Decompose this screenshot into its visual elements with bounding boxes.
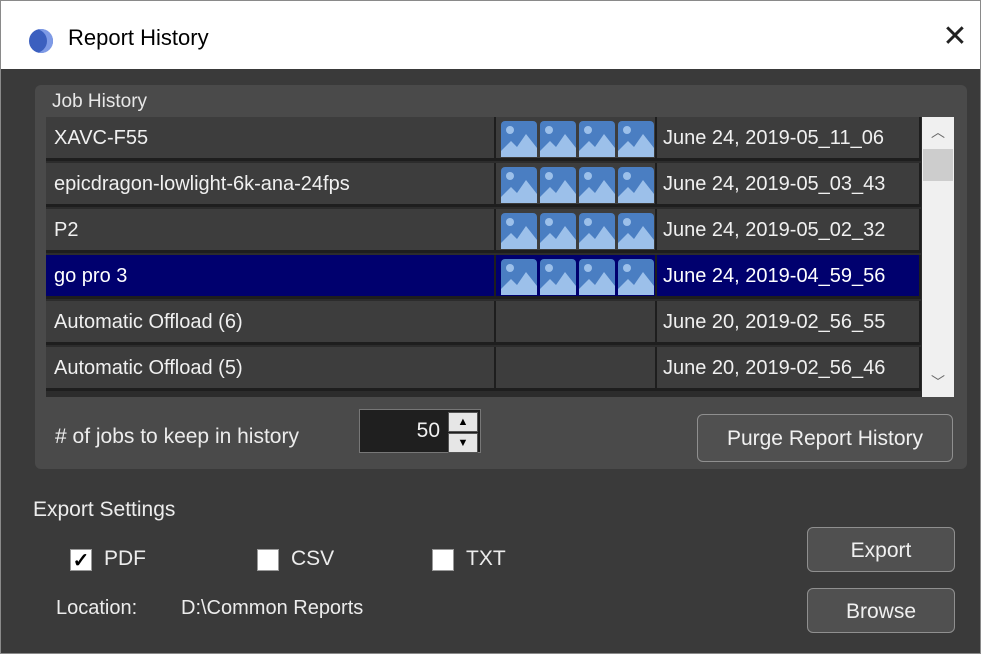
table-row-selected[interactable]: go pro 3 June 24, 2019-04_59_56 [46,255,921,299]
image-thumbnail-icon [579,259,615,295]
job-date-cell: June 24, 2019-05_02_32 [657,209,921,253]
scroll-up-button[interactable]: ︿ [922,117,954,147]
chevron-down-icon: ﹀ [931,374,945,390]
job-history-label: Job History [52,91,148,112]
table-row[interactable]: Automatic Offload (5) June 20, 2019-02_5… [46,347,921,391]
close-icon: ✕ [942,20,968,53]
thumbnail-cell [496,163,657,207]
job-name-cell: XAVC-F55 [46,117,496,161]
job-date-cell: June 24, 2019-05_03_43 [657,163,921,207]
image-thumbnail-icon [540,213,576,249]
pdf-label: PDF [104,547,146,570]
image-thumbnail-icon [579,121,615,157]
thumbnail-cell [496,301,657,345]
jobs-to-keep-value[interactable]: 50 [417,410,440,452]
chevron-up-icon: ︿ [931,124,945,140]
image-thumbnail-icon [579,213,615,249]
job-name-cell: epicdragon-lowlight-6k-ana-24fps [46,163,496,207]
image-thumbnail-icon [618,213,654,249]
image-thumbnail-icon [501,121,537,157]
jobs-to-keep-label: # of jobs to keep in history [55,425,299,448]
table-row[interactable]: XAVC-F55 June 24, 2019-05_11_06 [46,117,921,161]
image-thumbnail-icon [618,167,654,203]
checkbox-box[interactable] [257,549,279,571]
job-date-cell: June 20, 2019-02_56_55 [657,301,921,345]
caret-up-icon: ▲ [457,416,469,428]
table-row[interactable]: Automatic Offload (6) June 20, 2019-02_5… [46,301,921,345]
image-thumbnail-icon [618,121,654,157]
job-history-table[interactable]: XAVC-F55 June 24, 2019-05_11_06 epicdrag… [46,117,954,397]
thumbnail-cell [496,347,657,391]
job-name-cell: Automatic Offload (6) [46,301,496,345]
close-button[interactable]: ✕ [937,19,973,55]
image-thumbnail-icon [540,167,576,203]
title-bar: Report History ✕ [1,1,980,69]
stepper-up-button[interactable]: ▲ [448,412,478,432]
jobs-to-keep-stepper[interactable]: 50 ▲ ▼ [359,409,481,453]
purge-report-history-button[interactable]: Purge Report History [697,414,953,462]
vertical-scrollbar[interactable]: ︿ ﹀ [922,117,954,397]
table-row[interactable]: epicdragon-lowlight-6k-ana-24fps June 24… [46,163,921,207]
browse-button[interactable]: Browse [807,588,955,633]
window-title: Report History [68,25,209,50]
image-thumbnail-icon [501,167,537,203]
txt-label: TXT [466,547,506,570]
image-thumbnail-icon [540,259,576,295]
stepper-buttons: ▲ ▼ [448,412,478,453]
table-row[interactable]: P2 June 24, 2019-05_02_32 [46,209,921,253]
image-thumbnail-icon [618,259,654,295]
checkmark-icon: ✓ [72,550,90,572]
caret-down-icon: ▼ [457,437,469,449]
export-button[interactable]: Export [807,527,955,572]
image-thumbnail-icon [540,121,576,157]
image-thumbnail-icon [501,259,537,295]
scroll-thumb[interactable] [923,149,953,181]
location-label: Location: [56,597,138,619]
job-date-cell: June 20, 2019-02_56_46 [657,347,921,391]
app-circle-icon [29,29,53,53]
thumbnail-cell [496,117,657,161]
export-settings-label: Export Settings [33,498,176,521]
checkbox-box[interactable] [432,549,454,571]
job-name-cell: go pro 3 [46,255,496,299]
job-date-cell: June 24, 2019-05_11_06 [657,117,921,161]
scroll-down-button[interactable]: ﹀ [922,367,954,397]
thumbnail-cell [496,209,657,253]
report-history-window: Report History ✕ Job History XAVC-F55 Ju… [0,0,981,654]
job-date-cell: June 24, 2019-04_59_56 [657,255,921,299]
csv-label: CSV [291,547,335,570]
job-history-group: Job History XAVC-F55 June 24, 2019-05_11… [35,85,967,469]
image-thumbnail-icon [501,213,537,249]
job-name-cell: P2 [46,209,496,253]
stepper-down-button[interactable]: ▼ [448,433,478,453]
thumbnail-cell [496,255,657,299]
checkbox-box[interactable]: ✓ [70,549,92,572]
job-name-cell: Automatic Offload (5) [46,347,496,391]
image-thumbnail-icon [579,167,615,203]
location-value: D:\Common Reports [181,597,364,619]
